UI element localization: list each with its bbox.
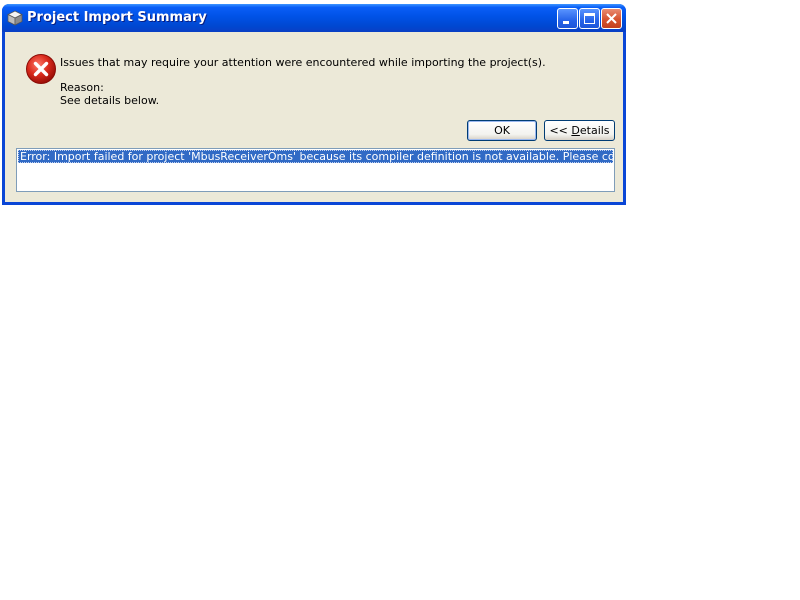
title-bar[interactable]: Project Import Summary xyxy=(2,4,626,32)
ok-button-label: OK xyxy=(494,124,510,137)
minimize-icon xyxy=(563,21,569,24)
summary-message: Issues that may require your attention w… xyxy=(60,56,546,69)
details-prefix: << xyxy=(549,124,572,137)
minimize-button[interactable] xyxy=(557,8,578,29)
reason-text: See details below. xyxy=(60,94,160,107)
maximize-icon xyxy=(584,13,595,24)
ok-button[interactable]: OK xyxy=(467,120,537,141)
reason-label: Reason: xyxy=(60,81,104,94)
close-icon xyxy=(606,13,617,24)
list-item[interactable]: Error: Import failed for project 'MbusRe… xyxy=(18,150,613,163)
error-icon xyxy=(25,53,57,85)
window-title: Project Import Summary xyxy=(27,10,207,25)
details-list[interactable]: Error: Import failed for project 'MbusRe… xyxy=(16,148,615,192)
details-mnemonic: D xyxy=(571,124,580,137)
maximize-button[interactable] xyxy=(579,8,600,29)
import-summary-dialog: Project Import Summary Issues that may r… xyxy=(2,4,626,205)
app-cube-icon xyxy=(7,10,23,26)
details-rest: etails xyxy=(579,124,610,137)
dialog-body: Issues that may require your attention w… xyxy=(5,32,623,202)
close-button[interactable] xyxy=(601,8,622,29)
details-toggle-button[interactable]: << Details xyxy=(544,120,615,141)
